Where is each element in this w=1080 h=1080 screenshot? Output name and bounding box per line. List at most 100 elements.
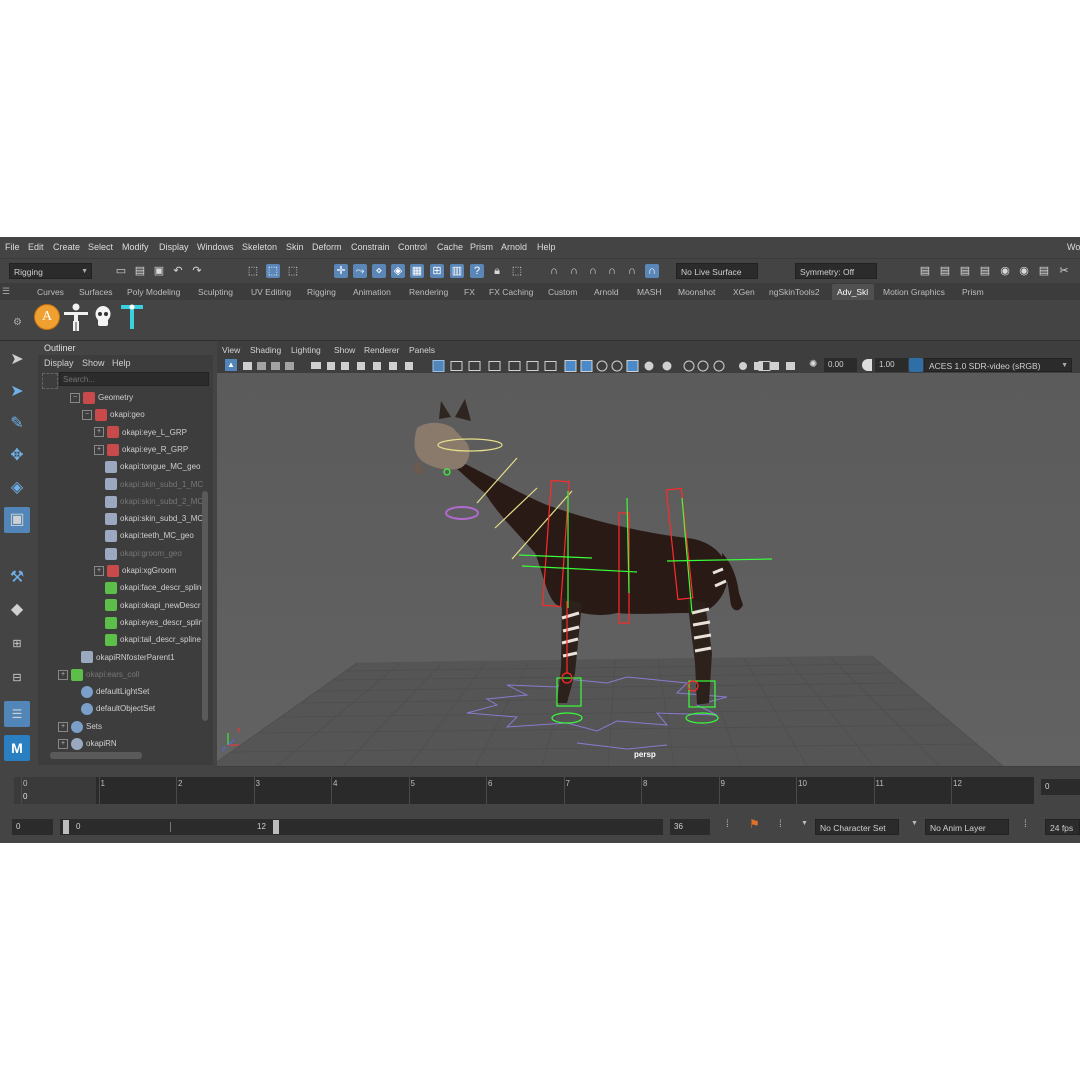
outliner-menu-show[interactable]: Show bbox=[82, 358, 105, 368]
paint-select-tool-icon[interactable]: ✎ bbox=[4, 411, 30, 437]
snap-pivot-icon[interactable]: ∩ bbox=[645, 264, 659, 278]
outliner-layout-icon[interactable]: ☰ bbox=[4, 701, 30, 727]
tab-uv-editing[interactable]: UV Editing bbox=[251, 287, 291, 297]
current-time-field[interactable]: 0 bbox=[1041, 779, 1080, 795]
color-management-icon[interactable] bbox=[909, 358, 923, 372]
shelf-options-icon[interactable]: ☰ bbox=[2, 286, 22, 296]
lasso-tool-icon[interactable]: ➤ bbox=[4, 379, 30, 405]
exposure-field[interactable]: 0.00 bbox=[824, 358, 857, 372]
outliner-row[interactable]: + okapi:xgGroom bbox=[94, 562, 176, 579]
camera-select-icon[interactable]: ▲ bbox=[225, 359, 237, 371]
animation-end-field[interactable]: 36 bbox=[670, 819, 710, 835]
range-slider-track[interactable]: 0 12 bbox=[60, 819, 663, 835]
range-end-handle[interactable] bbox=[273, 820, 279, 834]
advanced-skeleton-a-icon[interactable]: A bbox=[34, 304, 60, 330]
render-current-icon[interactable]: ▤ bbox=[938, 264, 952, 278]
tab-prism[interactable]: Prism bbox=[962, 287, 984, 297]
select-hierarchy-icon[interactable]: ⬚ bbox=[246, 264, 260, 278]
tab-poly-modeling[interactable]: Poly Modeling bbox=[127, 287, 180, 297]
expand-icon[interactable]: + bbox=[58, 738, 68, 749]
snap-together-icon[interactable]: ∩ bbox=[567, 264, 581, 278]
snap-curve-icon[interactable]: ⤳ bbox=[353, 264, 367, 278]
frame-selection-icon[interactable]: ⬚ bbox=[510, 264, 524, 278]
select-object-icon[interactable]: ⬚ bbox=[266, 264, 280, 278]
tab-adv-skl[interactable]: Adv_Skl bbox=[837, 287, 868, 297]
menu-workspace-label[interactable]: Wo bbox=[1067, 242, 1080, 252]
menu-cache[interactable]: Cache bbox=[437, 242, 463, 252]
render-view-icon[interactable]: ▥ bbox=[450, 264, 464, 278]
expand-icon[interactable]: + bbox=[58, 669, 68, 680]
menu-arnold[interactable]: Arnold bbox=[501, 242, 527, 252]
time-slider-track[interactable]: 0 1 2 3 4 5 6 7 8 9 10 11 12 0 bbox=[14, 777, 1034, 804]
two-view-layout-icon[interactable]: ⊟ bbox=[4, 665, 30, 691]
menu-prism[interactable]: Prism bbox=[470, 242, 493, 252]
menu-edit[interactable]: Edit bbox=[28, 242, 44, 252]
range-start-handle[interactable] bbox=[63, 820, 69, 834]
tab-fx[interactable]: FX bbox=[464, 287, 475, 297]
save-scene-icon[interactable]: ▣ bbox=[152, 264, 166, 278]
menu-file[interactable]: File bbox=[5, 242, 20, 252]
expand-icon[interactable]: + bbox=[94, 427, 104, 438]
snap-grid-icon[interactable]: ✛ bbox=[334, 264, 348, 278]
undo-icon[interactable]: ↶ bbox=[171, 264, 185, 278]
expand-icon[interactable]: + bbox=[94, 444, 104, 455]
menu-modify[interactable]: Modify bbox=[122, 242, 149, 252]
menuset-dropdown[interactable]: Rigging ▼ bbox=[9, 263, 92, 279]
scale-tool-icon[interactable]: ▣ bbox=[4, 507, 30, 533]
expand-icon[interactable]: + bbox=[94, 565, 104, 576]
outliner-filter-icon[interactable] bbox=[42, 373, 58, 389]
snap-view-plane-icon[interactable]: ◈ bbox=[391, 264, 405, 278]
select-tool-icon[interactable]: ➤ bbox=[4, 347, 30, 373]
vp-menu-panels[interactable]: Panels bbox=[409, 345, 435, 355]
live-surface-field[interactable]: No Live Surface bbox=[676, 263, 758, 279]
lock-icon[interactable]: 🔒︎ bbox=[490, 264, 504, 278]
tab-xgen[interactable]: XGen bbox=[733, 287, 755, 297]
single-perspective-layout-icon[interactable]: ◆ bbox=[4, 597, 30, 623]
render-setup-icon[interactable]: ▤ bbox=[1037, 264, 1051, 278]
snap-point-icon[interactable]: ⋄ bbox=[372, 264, 386, 278]
camera-tools-icons[interactable] bbox=[241, 359, 431, 373]
menu-deform[interactable]: Deform bbox=[312, 242, 342, 252]
biped-figure-icon[interactable] bbox=[62, 302, 90, 332]
gamma-field[interactable]: 1.00 bbox=[875, 358, 908, 372]
menu-skin[interactable]: Skin bbox=[286, 242, 304, 252]
render-settings-icon[interactable]: ▤ bbox=[978, 264, 992, 278]
maya-m-icon[interactable]: M bbox=[4, 735, 30, 761]
redo-icon[interactable]: ↷ bbox=[190, 264, 204, 278]
outliner-vscrollbar[interactable] bbox=[202, 491, 208, 721]
outliner-row[interactable]: defaultLightSet bbox=[70, 683, 149, 700]
outliner-row[interactable]: + okapi:ears_coll bbox=[58, 666, 139, 683]
tab-curves[interactable]: Curves bbox=[37, 287, 64, 297]
outliner-row[interactable]: okapi:groom_geo bbox=[94, 545, 182, 562]
tab-animation[interactable]: Animation bbox=[353, 287, 391, 297]
tab-fx-caching[interactable]: FX Caching bbox=[489, 287, 533, 297]
menu-windows[interactable]: Windows bbox=[197, 242, 234, 252]
shelf-gear-icon[interactable]: ⚙ bbox=[13, 317, 22, 328]
fps-dropdown[interactable]: 24 fps bbox=[1045, 819, 1080, 835]
collapse-icon[interactable]: − bbox=[70, 392, 80, 403]
outliner-hscrollbar[interactable] bbox=[50, 752, 142, 759]
menu-skeleton[interactable]: Skeleton bbox=[242, 242, 277, 252]
tab-rendering[interactable]: Rendering bbox=[409, 287, 448, 297]
chevron-down-icon[interactable]: ▼ bbox=[801, 820, 808, 827]
menu-create[interactable]: Create bbox=[53, 242, 80, 252]
cyan-t-joint-icon[interactable] bbox=[118, 302, 146, 332]
tab-moonshot[interactable]: Moonshot bbox=[678, 287, 715, 297]
select-component-icon[interactable]: ⬚ bbox=[286, 264, 300, 278]
vp-menu-shading[interactable]: Shading bbox=[250, 345, 281, 355]
move-tool-icon[interactable]: ✥ bbox=[4, 443, 30, 469]
ipr-render-icon[interactable]: ▤ bbox=[958, 264, 972, 278]
snap-surface-icon[interactable]: ▦ bbox=[410, 264, 424, 278]
outliner-row[interactable]: − okapi:geo bbox=[82, 406, 145, 423]
exposure-icon[interactable]: ✺ bbox=[809, 359, 821, 371]
snap-proj-icon[interactable]: ∩ bbox=[605, 264, 619, 278]
symmetry-dropdown[interactable]: Symmetry: Off bbox=[795, 263, 877, 279]
tab-motion-graphics[interactable]: Motion Graphics bbox=[883, 287, 945, 297]
outliner-menu-help[interactable]: Help bbox=[112, 358, 131, 368]
vp-menu-show[interactable]: Show bbox=[334, 345, 355, 355]
outliner-row[interactable]: okapi:skin_subd_2_MC bbox=[94, 493, 203, 510]
collapse-icon[interactable]: − bbox=[82, 410, 92, 421]
arnold-render-view-icon[interactable]: ◉ bbox=[1017, 264, 1031, 278]
magnet-icon[interactable]: ∩ bbox=[547, 264, 561, 278]
menu-constrain[interactable]: Constrain bbox=[351, 242, 390, 252]
